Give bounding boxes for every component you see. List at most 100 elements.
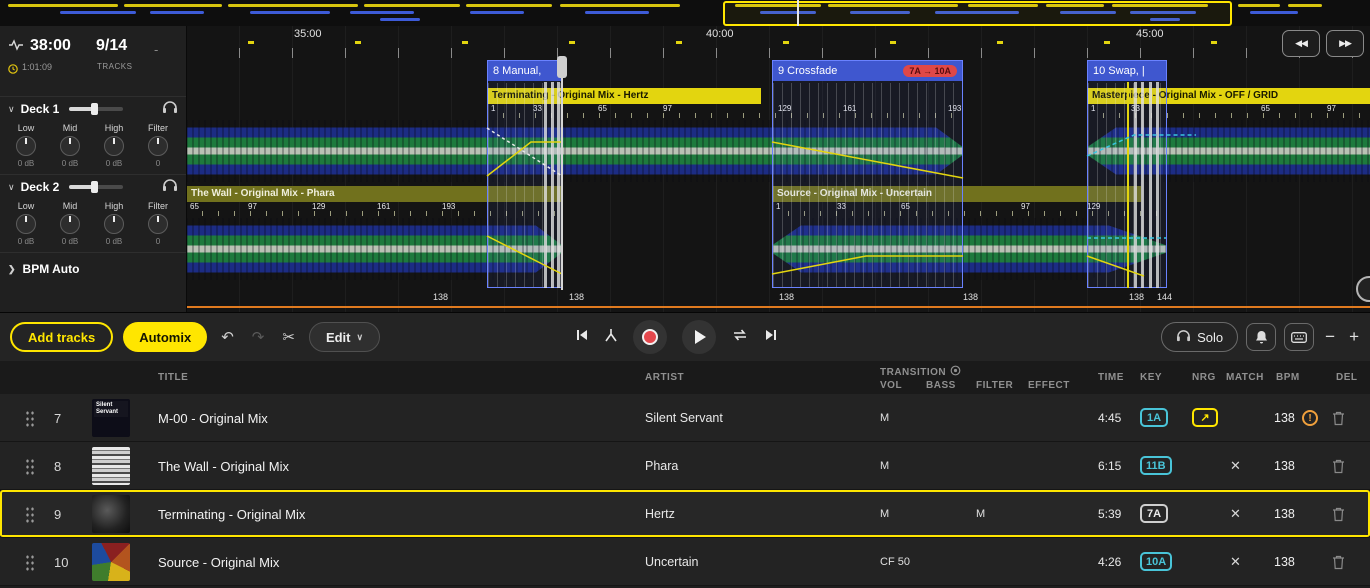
- drag-handle-icon[interactable]: [25, 458, 35, 475]
- delete-track-button[interactable]: [1332, 490, 1345, 538]
- match-cross-icon[interactable]: ✕: [1230, 442, 1241, 490]
- deck2-label: Deck 2: [21, 180, 60, 194]
- drag-handle-icon[interactable]: [25, 410, 35, 427]
- track-row[interactable]: 8 The Wall - Original Mix Phara M 6:15 1…: [0, 442, 1370, 490]
- knob-low: Low 0 dB: [4, 123, 48, 168]
- col-artist: ARTIST: [645, 372, 684, 383]
- knob-dial[interactable]: [148, 136, 168, 156]
- transition-vol[interactable]: M: [880, 394, 889, 442]
- transition-header[interactable]: 8 Manual,: [488, 61, 562, 81]
- knob-dial[interactable]: [104, 214, 124, 234]
- col-filter: FILTER: [976, 380, 1013, 391]
- play-icon: [695, 330, 706, 344]
- deck2-header[interactable]: ∨ Deck 2: [0, 175, 186, 199]
- headphone-icon[interactable]: [162, 100, 178, 119]
- delete-track-button[interactable]: [1332, 442, 1345, 490]
- cue-markers: [248, 41, 1250, 44]
- session-info: 38:00 1:01:09 9/14 TRACKS -: [0, 26, 186, 97]
- edit-menu-button[interactable]: Edit ∨: [309, 322, 380, 352]
- time-mark: 40:00: [706, 28, 734, 40]
- solo-button[interactable]: Solo: [1161, 322, 1238, 352]
- record-button[interactable]: [633, 320, 667, 354]
- knob-dial[interactable]: [60, 214, 80, 234]
- cut-button[interactable]: ✂: [278, 328, 299, 346]
- delete-track-button[interactable]: [1332, 538, 1345, 586]
- track-row-selected[interactable]: 9 Terminating - Original Mix Hertz M M 5…: [0, 490, 1370, 538]
- keyboard-shortcuts-button[interactable]: [1284, 323, 1314, 351]
- knob-high: High 0 dB: [92, 123, 136, 168]
- notifications-button[interactable]: [1246, 323, 1276, 351]
- automix-button[interactable]: Automix: [123, 322, 207, 352]
- knob-low: Low 0 dB: [4, 201, 48, 246]
- col-match: MATCH: [1226, 372, 1264, 383]
- jump-back-button[interactable]: ◀◀: [1282, 30, 1320, 57]
- track-title: M-00 - Original Mix: [158, 394, 268, 442]
- slider-fill: [69, 185, 93, 189]
- deck1-header[interactable]: ∨ Deck 1: [0, 97, 186, 121]
- col-time: TIME: [1098, 372, 1124, 383]
- slider-thumb[interactable]: [91, 181, 98, 193]
- key-clash-badge: 7A → 10A: [903, 65, 957, 77]
- track-row[interactable]: 10 Source - Original Mix Uncertain CF 50…: [0, 538, 1370, 586]
- transition-filter[interactable]: M: [976, 490, 985, 538]
- loop-button[interactable]: [731, 328, 749, 347]
- track-row[interactable]: 7 Silent Servant M-00 - Original Mix Sil…: [0, 394, 1370, 442]
- time-ruler[interactable]: [186, 48, 1370, 58]
- track-artist: Hertz: [645, 490, 675, 538]
- headphone-icon[interactable]: [162, 178, 178, 197]
- track-title: Terminating - Original Mix: [158, 490, 305, 538]
- chevron-down-icon: ∨: [357, 332, 364, 343]
- col-title: TITLE: [158, 372, 188, 383]
- slider-thumb[interactable]: [91, 103, 98, 115]
- knob-dial[interactable]: [148, 214, 168, 234]
- transition-block-9[interactable]: 9 Crossfade 7A → 10A: [772, 60, 963, 288]
- delete-track-button[interactable]: [1332, 394, 1345, 442]
- skip-to-start-button[interactable]: [575, 328, 589, 347]
- knob-dial[interactable]: [16, 136, 36, 156]
- jump-forward-button[interactable]: ▶▶: [1326, 30, 1364, 57]
- playhead-handle[interactable]: [557, 56, 567, 78]
- table-header: TITLE ARTIST TRANSITION VOL BASS FILTER …: [0, 360, 1370, 394]
- zoom-out-button[interactable]: −: [1322, 327, 1338, 347]
- record-icon: [642, 329, 658, 345]
- split-transition-button[interactable]: [604, 328, 618, 347]
- play-button[interactable]: [682, 320, 716, 354]
- tempo-automation-line[interactable]: [186, 306, 1370, 308]
- nrg-badge[interactable]: ↗: [1192, 408, 1218, 427]
- transition-vol[interactable]: M: [880, 490, 889, 538]
- knob-dial[interactable]: [104, 136, 124, 156]
- match-cross-icon[interactable]: ✕: [1230, 490, 1241, 538]
- redo-button[interactable]: ↷: [248, 328, 269, 346]
- undo-button[interactable]: ↶: [217, 328, 238, 346]
- album-art: [92, 495, 130, 533]
- minimap-viewport[interactable]: [723, 1, 1232, 26]
- knob-filter: Filter 0: [136, 201, 180, 246]
- chevron-down-icon[interactable]: ∨: [8, 182, 15, 193]
- headphone-icon: [1176, 329, 1191, 345]
- bpm-warning-icon[interactable]: !: [1302, 410, 1318, 426]
- drag-handle-icon[interactable]: [25, 506, 35, 523]
- bpm-auto-section[interactable]: ❯ BPM Auto: [0, 253, 186, 285]
- knob-dial[interactable]: [60, 136, 80, 156]
- drag-handle-icon[interactable]: [25, 554, 35, 571]
- deck1-volume-slider[interactable]: [69, 107, 123, 111]
- zoom-in-button[interactable]: +: [1346, 327, 1362, 347]
- album-art: [92, 447, 130, 485]
- knob-dial[interactable]: [16, 214, 36, 234]
- chevron-down-icon[interactable]: ∨: [8, 104, 15, 115]
- bpm-value: 138: [433, 292, 448, 302]
- visibility-icon[interactable]: [950, 365, 961, 379]
- timeline-canvas[interactable]: 35:00 40:00 45:00 ◀◀ ▶▶ Terminating - Or…: [186, 26, 1370, 312]
- transition-header[interactable]: 10 Swap, |: [1088, 61, 1166, 81]
- col-effect: EFFECT: [1028, 380, 1070, 391]
- track-bpm: 138: [1274, 538, 1295, 586]
- transition-header[interactable]: 9 Crossfade 7A → 10A: [773, 61, 962, 81]
- skip-to-end-button[interactable]: [764, 328, 778, 347]
- match-cross-icon[interactable]: ✕: [1230, 538, 1241, 586]
- col-bass: BASS: [926, 380, 956, 391]
- deck2-volume-slider[interactable]: [69, 185, 123, 189]
- transition-vol[interactable]: CF 50: [880, 538, 910, 586]
- transition-vol[interactable]: M: [880, 442, 889, 490]
- add-tracks-button[interactable]: Add tracks: [10, 322, 113, 352]
- timeline-minimap[interactable]: [0, 0, 1370, 26]
